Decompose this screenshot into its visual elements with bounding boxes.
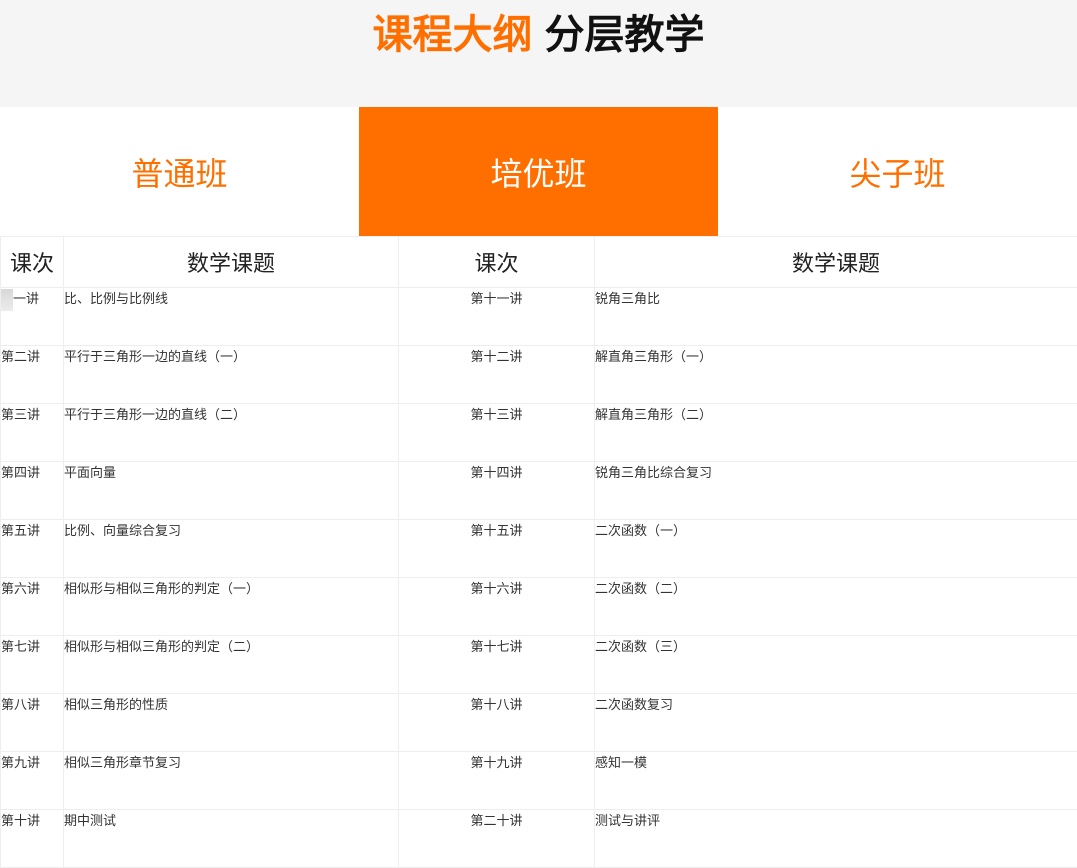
title-main: 分层教学 [545,12,705,58]
blurred-overlay [1,289,14,311]
topic-cell: 二次函数（二） [595,578,1077,636]
lesson-number-cell: 第二十讲 [399,810,595,868]
topic-cell: 锐角三角比 [595,288,1077,346]
lesson-number-cell: 第十八讲 [399,694,595,752]
topic-cell: 平行于三角形一边的直线（一） [64,346,399,404]
topic-cell: 比例、向量综合复习 [64,520,399,578]
class-level-tabs: 普通班 培优班 尖子班 [0,107,1077,236]
topic-cell: 平面向量 [64,462,399,520]
table-row: 第九讲 相似三角形章节复习 第十九讲 感知一模 [1,752,1077,810]
lesson-number-cell: 第五讲 [1,520,64,578]
lesson-number-cell: 第十九讲 [399,752,595,810]
lesson-number-cell: 第六讲 [1,578,64,636]
column-header-lesson: 课次 [1,237,64,288]
table-row: 第五讲 比例、向量综合复习 第十五讲 二次函数（一） [1,520,1077,578]
lesson-number-cell: 第二讲 [1,346,64,404]
lesson-number-cell: 第十四讲 [399,462,595,520]
table-header-row: 课次 数学课题 课次 数学课题 [1,237,1077,288]
table-row: 一讲 比、比例与比例线 第十一讲 锐角三角比 [1,288,1077,346]
lesson-number-cell: 第三讲 [1,404,64,462]
topic-cell: 解直角三角形（二） [595,404,1077,462]
topic-cell: 平行于三角形一边的直线（二） [64,404,399,462]
column-header-lesson: 课次 [399,237,595,288]
topic-cell: 比、比例与比例线 [64,288,399,346]
topic-cell: 期中测试 [64,810,399,868]
topic-cell: 相似形与相似三角形的判定（二） [64,636,399,694]
lesson-number-cell: 第十一讲 [399,288,595,346]
lesson-number-cell: 第十二讲 [399,346,595,404]
syllabus-table: 课次 数学课题 课次 数学课题 一讲 比、比例与比例线 第十一讲 锐角三角比 第… [0,236,1077,868]
topic-cell: 相似三角形章节复习 [64,752,399,810]
tab-top-class[interactable]: 尖子班 [718,107,1077,236]
topic-cell: 感知一模 [595,752,1077,810]
topic-cell: 相似三角形的性质 [64,694,399,752]
table-row: 第八讲 相似三角形的性质 第十八讲 二次函数复习 [1,694,1077,752]
lesson-number-cell: 第十讲 [1,810,64,868]
lesson-number-cell: 第四讲 [1,462,64,520]
lesson-number-cell: 第十七讲 [399,636,595,694]
topic-cell: 解直角三角形（一） [595,346,1077,404]
table-row: 第四讲 平面向量 第十四讲 锐角三角比综合复习 [1,462,1077,520]
page-title: 课程大纲分层教学 [0,8,1077,62]
page-header: 课程大纲分层教学 [0,0,1077,107]
lesson-number-cell: 第八讲 [1,694,64,752]
column-header-topic: 数学课题 [595,237,1077,288]
lesson-number-cell: 第十六讲 [399,578,595,636]
lesson-number-cell: 第十五讲 [399,520,595,578]
table-row: 第十讲 期中测试 第二十讲 测试与讲评 [1,810,1077,868]
tab-advanced-class[interactable]: 培优班 [359,107,718,236]
tab-regular-class[interactable]: 普通班 [0,107,359,236]
lesson-number-cell: 第七讲 [1,636,64,694]
topic-cell: 锐角三角比综合复习 [595,462,1077,520]
table-row: 第七讲 相似形与相似三角形的判定（二） 第十七讲 二次函数（三） [1,636,1077,694]
topic-cell: 二次函数复习 [595,694,1077,752]
column-header-topic: 数学课题 [64,237,399,288]
table-row: 第三讲 平行于三角形一边的直线（二） 第十三讲 解直角三角形（二） [1,404,1077,462]
lesson-number: 一讲 [13,292,39,307]
topic-cell: 测试与讲评 [595,810,1077,868]
table-row: 第六讲 相似形与相似三角形的判定（一） 第十六讲 二次函数（二） [1,578,1077,636]
lesson-number-cell: 第十三讲 [399,404,595,462]
lesson-number-cell: 一讲 [1,288,64,346]
topic-cell: 二次函数（三） [595,636,1077,694]
topic-cell: 相似形与相似三角形的判定（一） [64,578,399,636]
table-row: 第二讲 平行于三角形一边的直线（一） 第十二讲 解直角三角形（一） [1,346,1077,404]
lesson-number-cell: 第九讲 [1,752,64,810]
topic-cell: 二次函数（一） [595,520,1077,578]
title-highlight: 课程大纲 [373,12,533,58]
